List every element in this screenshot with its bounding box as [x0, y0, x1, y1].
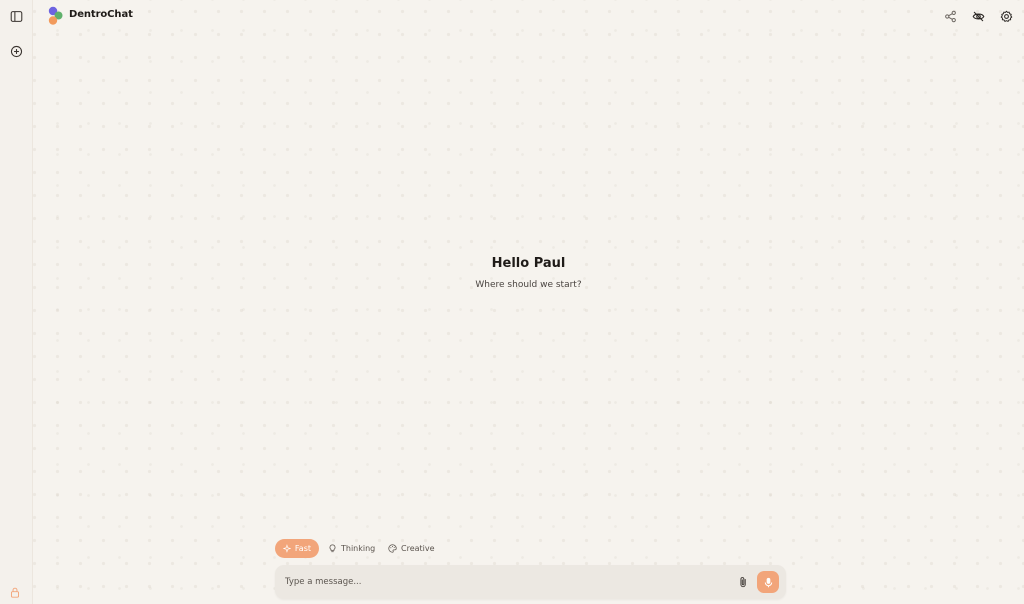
mode-creative-button[interactable]: Creative [388, 539, 435, 558]
voice-input-button[interactable] [757, 571, 779, 593]
lock-icon [10, 587, 20, 598]
mode-creative-label: Creative [401, 544, 435, 553]
mode-thinking-label: Thinking [341, 544, 376, 553]
incognito-button[interactable] [968, 6, 988, 26]
greeting-subtitle: Where should we start? [475, 280, 582, 290]
settings-icon [1000, 10, 1012, 22]
lightbulb-icon [329, 544, 336, 553]
settings-button[interactable] [996, 6, 1016, 26]
new-chat-icon [10, 45, 22, 57]
share-icon [944, 10, 956, 22]
app-logo-icon [48, 6, 63, 25]
sidebar-toggle-button[interactable] [6, 6, 26, 26]
microphone-icon [764, 577, 772, 587]
mode-thinking-button[interactable]: Thinking [328, 539, 375, 558]
message-composer [275, 565, 786, 599]
paperclip-icon [739, 577, 746, 588]
greeting-title: Hello Paul [491, 256, 566, 271]
sidebar [0, 0, 33, 604]
sparkle-icon [283, 544, 291, 553]
incognito-icon [972, 11, 984, 21]
share-button[interactable] [940, 6, 960, 26]
app-name: DentroChat [69, 9, 133, 20]
palette-icon [388, 544, 397, 553]
message-input[interactable] [285, 574, 715, 590]
sidebar-toggle-icon [10, 10, 22, 22]
mode-fast-label: Fast [294, 544, 311, 553]
new-chat-button[interactable] [6, 41, 26, 61]
attach-button[interactable] [736, 574, 750, 590]
lock-button[interactable] [7, 584, 23, 600]
mode-fast-button[interactable]: Fast [275, 539, 319, 558]
